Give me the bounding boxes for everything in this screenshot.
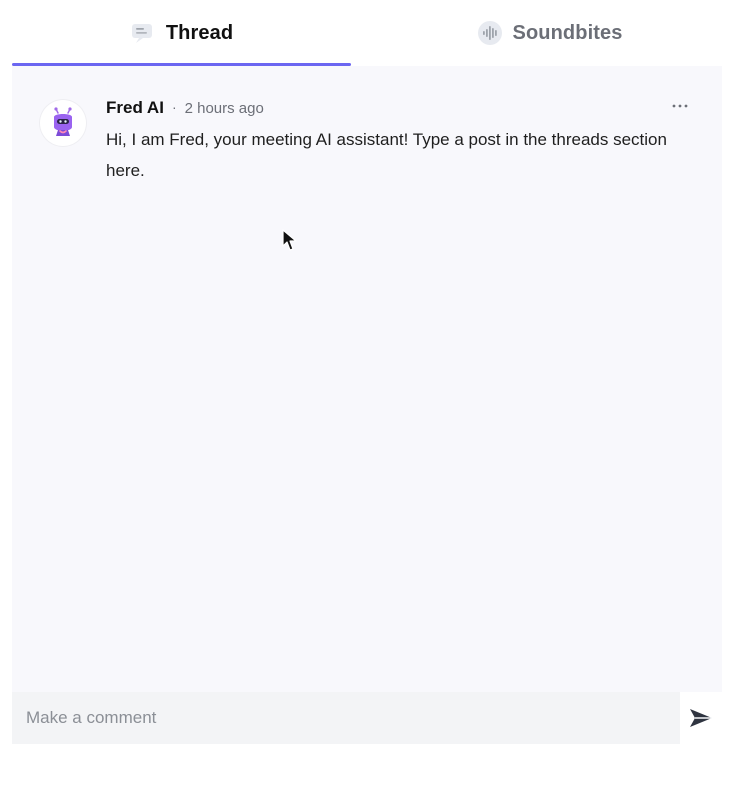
- thread-panel: Fred AI · 2 hours ago Hi, I am Fred, you…: [12, 66, 722, 692]
- tab-thread[interactable]: Thread: [12, 0, 351, 66]
- post-author: Fred AI: [106, 98, 164, 117]
- meeting-thread-panel: Thread Soundbites Fred AI · 2 hours ago …: [0, 0, 732, 806]
- tab-soundbites-label: Soundbites: [512, 21, 623, 44]
- meta-separator: ·: [171, 99, 177, 115]
- send-button[interactable]: [684, 702, 718, 734]
- tab-bar: Thread Soundbites: [12, 0, 722, 66]
- comment-input[interactable]: [12, 692, 680, 744]
- send-icon: [690, 709, 712, 727]
- more-options-button[interactable]: [668, 96, 692, 116]
- thread-post: Fred AI · 2 hours ago Hi, I am Fred, you…: [12, 66, 722, 196]
- tab-thread-label: Thread: [165, 21, 234, 44]
- more-options-icon: [672, 104, 688, 108]
- post-message: Hi, I am Fred, your meeting AI assistant…: [106, 130, 667, 180]
- fred-ai-avatar: [40, 100, 86, 146]
- tab-soundbites[interactable]: Soundbites: [377, 0, 722, 66]
- post-header: Fred AI · 2 hours ago: [106, 98, 264, 118]
- soundbites-icon: [477, 20, 503, 46]
- post-timestamp: 2 hours ago: [184, 99, 264, 117]
- comment-bar: [12, 692, 722, 744]
- thread-icon: [130, 20, 156, 46]
